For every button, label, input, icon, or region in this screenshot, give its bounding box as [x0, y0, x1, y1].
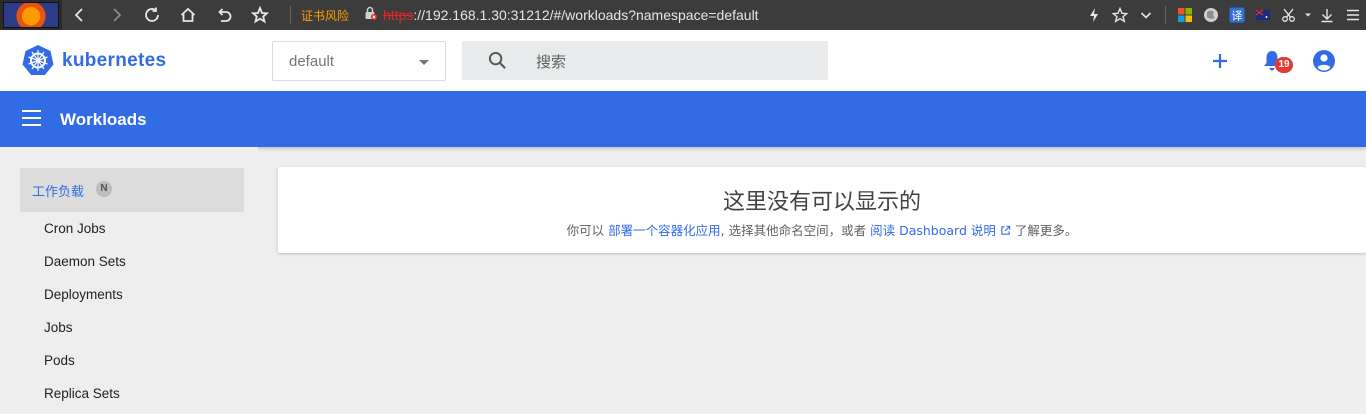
sidebar-item-pods[interactable]: Pods [44, 353, 75, 368]
sidebar-nav: 工作负载 N Cron Jobs Daemon Sets Deployments… [0, 147, 258, 414]
desc-prefix: 你可以 [566, 223, 605, 238]
search-placeholder: 搜索 [536, 53, 567, 71]
avatar-image [3, 2, 59, 28]
namespace-selector[interactable]: default [272, 41, 446, 81]
brand-name[interactable]: kubernetes [62, 50, 166, 72]
empty-state-title: 这里没有可以显示的 [722, 190, 921, 215]
search-input[interactable]: 搜索 [462, 41, 828, 80]
globe-extension-icon[interactable] [1198, 0, 1224, 30]
forward-button[interactable] [98, 0, 134, 30]
certificate-risk-label[interactable]: 证书风险 [301, 7, 349, 24]
url-scheme: https [383, 7, 414, 23]
extensions-divider [1165, 6, 1166, 24]
user-account-icon[interactable] [1312, 49, 1336, 73]
notification-count-badge[interactable]: 19 [1275, 57, 1293, 73]
page-toolbar: Workloads [0, 91, 1366, 147]
desc-middle: , 选择其他命名空间，或者 [720, 223, 867, 238]
sidebar-item-cron-jobs[interactable]: Cron Jobs [44, 221, 106, 236]
deploy-app-link[interactable]: 部署一个容器化应用 [608, 223, 721, 238]
chevron-down-icon[interactable] [1133, 0, 1159, 30]
insecure-lock-icon[interactable] [363, 6, 378, 25]
page-title: Workloads [60, 110, 147, 129]
browser-toolbar: 证书风险 https://192.168.1.30:31212/#/worklo… [0, 0, 1366, 30]
search-icon [488, 51, 506, 69]
app-header: kubernetes default 搜索 19 [0, 30, 1366, 91]
download-icon[interactable] [1314, 0, 1340, 30]
sidebar-item-daemon-sets[interactable]: Daemon Sets [44, 254, 126, 269]
windows-apps-icon[interactable] [1172, 0, 1198, 30]
translate-icon[interactable]: 译 [1224, 0, 1250, 30]
kubernetes-logo-icon[interactable] [22, 44, 54, 76]
namespaced-badge: N [96, 181, 112, 197]
hamburger-menu-icon[interactable] [22, 110, 42, 128]
caret-down-icon [419, 60, 429, 65]
external-link-icon[interactable] [1000, 225, 1011, 236]
undo-close-tab-button[interactable] [206, 0, 242, 30]
menu-line [22, 124, 41, 126]
bookmark-button[interactable] [242, 0, 278, 30]
dashboard-docs-link[interactable]: 阅读 Dashboard 说明 [870, 223, 996, 238]
menu-line [22, 117, 41, 119]
star-icon [251, 6, 269, 24]
lightning-icon[interactable] [1081, 0, 1107, 30]
scissors-icon[interactable] [1276, 0, 1302, 30]
back-button[interactable] [62, 0, 98, 30]
reload-icon [145, 7, 159, 22]
menu-line [22, 110, 41, 112]
flag-extension-icon[interactable] [1250, 0, 1276, 30]
chevron-left-icon [74, 8, 83, 22]
undo-icon [218, 8, 232, 22]
desc-suffix: 了解更多。 [1014, 223, 1078, 238]
sidebar-item-deployments[interactable]: Deployments [44, 287, 123, 302]
reload-button[interactable] [134, 0, 170, 30]
chevron-right-icon [113, 8, 122, 22]
create-resource-button[interactable] [1208, 49, 1232, 73]
menu-icon[interactable] [1340, 0, 1366, 30]
empty-state-description: 你可以 部署一个容器化应用, 选择其他命名空间，或者 阅读 Dashboard … [278, 220, 1366, 239]
empty-state-card: 这里没有可以显示的 你可以 部署一个容器化应用, 选择其他命名空间，或者 阅读 … [278, 167, 1366, 253]
namespace-value: default [289, 53, 335, 70]
toolbar-divider [290, 6, 291, 24]
sidebar-section-label: 工作负载 [32, 185, 85, 200]
translate-label: 译 [1232, 10, 1243, 23]
home-button[interactable] [170, 0, 206, 30]
browser-profile-avatar[interactable] [0, 0, 62, 30]
home-icon [180, 7, 196, 22]
sidebar-item-replica-sets[interactable]: Replica Sets [44, 386, 120, 401]
favorite-star-icon[interactable] [1107, 0, 1133, 30]
scissors-dropdown-icon[interactable] [1302, 0, 1314, 30]
sidebar-item-jobs[interactable]: Jobs [44, 320, 73, 335]
sidebar-item-workloads[interactable]: 工作负载 N [20, 168, 244, 212]
browser-extensions-area: 译 [1081, 0, 1366, 30]
address-bar-url[interactable]: https://192.168.1.30:31212/#/workloads?n… [383, 7, 759, 23]
url-path: ://192.168.1.30:31212/#/workloads?namesp… [413, 7, 759, 23]
